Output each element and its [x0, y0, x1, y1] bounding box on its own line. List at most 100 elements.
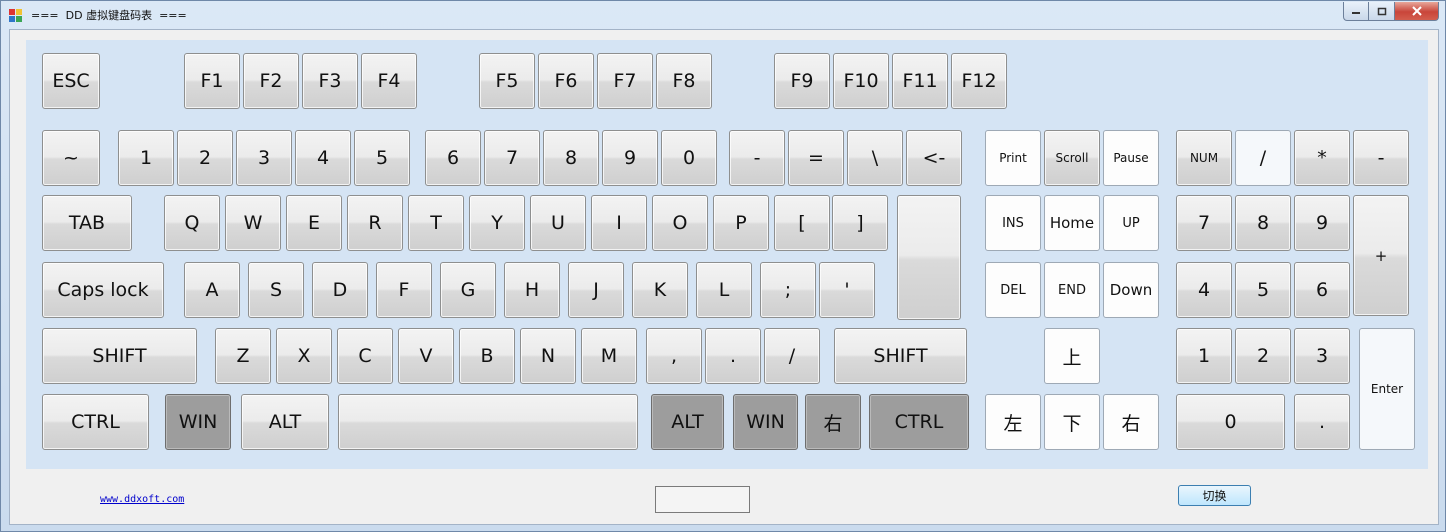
- key-q[interactable]: Q: [164, 195, 220, 251]
- key-n[interactable]: N: [520, 328, 576, 384]
- key-7[interactable]: 7: [484, 130, 540, 186]
- key-s[interactable]: S: [248, 262, 304, 318]
- key-f10[interactable]: F10: [833, 53, 889, 109]
- key-num-enter[interactable]: Enter: [1359, 328, 1415, 450]
- key-num8[interactable]: 8: [1235, 195, 1291, 251]
- key-f1[interactable]: F1: [184, 53, 240, 109]
- key-num4[interactable]: 4: [1176, 262, 1232, 318]
- key-num5[interactable]: 5: [1235, 262, 1291, 318]
- key-semicolon[interactable]: ;: [760, 262, 816, 318]
- key-rshift[interactable]: SHIFT: [834, 328, 967, 384]
- key-num9[interactable]: 9: [1294, 195, 1350, 251]
- key-num-divide[interactable]: /: [1235, 130, 1291, 186]
- key-w[interactable]: W: [225, 195, 281, 251]
- key-f3[interactable]: F3: [302, 53, 358, 109]
- key-arrow-left[interactable]: 左: [985, 394, 1041, 450]
- key-ins[interactable]: INS: [985, 195, 1041, 251]
- key-f5[interactable]: F5: [479, 53, 535, 109]
- key-quote[interactable]: ': [819, 262, 875, 318]
- key-h[interactable]: H: [504, 262, 560, 318]
- key-2[interactable]: 2: [177, 130, 233, 186]
- switch-button[interactable]: 切换: [1178, 485, 1251, 506]
- key-tab[interactable]: TAB: [42, 195, 132, 251]
- key-up[interactable]: UP: [1103, 195, 1159, 251]
- key-c[interactable]: C: [337, 328, 393, 384]
- key-lbracket[interactable]: [: [774, 195, 830, 251]
- key-backslash[interactable]: \: [847, 130, 903, 186]
- key-num-minus[interactable]: -: [1353, 130, 1409, 186]
- key-j[interactable]: J: [568, 262, 624, 318]
- key-down[interactable]: Down: [1103, 262, 1159, 318]
- key-space[interactable]: [338, 394, 638, 450]
- key-slash[interactable]: /: [764, 328, 820, 384]
- key-num0[interactable]: 0: [1176, 394, 1285, 450]
- key-a[interactable]: A: [184, 262, 240, 318]
- key-y[interactable]: Y: [469, 195, 525, 251]
- key-pause[interactable]: Pause: [1103, 130, 1159, 186]
- key-lwin[interactable]: WIN: [165, 394, 231, 450]
- key-num2[interactable]: 2: [1235, 328, 1291, 384]
- key-3[interactable]: 3: [236, 130, 292, 186]
- key-x[interactable]: X: [276, 328, 332, 384]
- key-num-dot[interactable]: .: [1294, 394, 1350, 450]
- key-num-multiply[interactable]: *: [1294, 130, 1350, 186]
- key-tilde[interactable]: ~: [42, 130, 100, 186]
- key-8[interactable]: 8: [543, 130, 599, 186]
- website-link[interactable]: www.ddxoft.com: [100, 494, 184, 505]
- key-o[interactable]: O: [652, 195, 708, 251]
- key-esc[interactable]: ESC: [42, 53, 100, 109]
- key-num3[interactable]: 3: [1294, 328, 1350, 384]
- key-period[interactable]: .: [705, 328, 761, 384]
- key-v[interactable]: V: [398, 328, 454, 384]
- key-print[interactable]: Print: [985, 130, 1041, 186]
- key-code-output[interactable]: [655, 486, 750, 513]
- key-ralt[interactable]: ALT: [651, 394, 724, 450]
- key-end[interactable]: END: [1044, 262, 1100, 318]
- close-button[interactable]: [1395, 2, 1439, 21]
- key-arrow-up[interactable]: 上: [1044, 328, 1100, 384]
- key-lshift[interactable]: SHIFT: [42, 328, 197, 384]
- key-f8[interactable]: F8: [656, 53, 712, 109]
- key-b[interactable]: B: [459, 328, 515, 384]
- minimize-button[interactable]: [1343, 2, 1369, 21]
- maximize-button[interactable]: [1369, 2, 1395, 21]
- key-minus[interactable]: -: [729, 130, 785, 186]
- key-f[interactable]: F: [376, 262, 432, 318]
- key-num[interactable]: NUM: [1176, 130, 1232, 186]
- key-arrow-down[interactable]: 下: [1044, 394, 1100, 450]
- key-f2[interactable]: F2: [243, 53, 299, 109]
- key-equals[interactable]: =: [788, 130, 844, 186]
- key-r[interactable]: R: [347, 195, 403, 251]
- key-t[interactable]: T: [408, 195, 464, 251]
- key-k[interactable]: K: [632, 262, 688, 318]
- key-lalt[interactable]: ALT: [241, 394, 329, 450]
- key-p[interactable]: P: [713, 195, 769, 251]
- key-f6[interactable]: F6: [538, 53, 594, 109]
- key-d[interactable]: D: [312, 262, 368, 318]
- key-z[interactable]: Z: [215, 328, 271, 384]
- key-enter-main[interactable]: [897, 195, 961, 320]
- key-f12[interactable]: F12: [951, 53, 1007, 109]
- key-rctrl[interactable]: CTRL: [869, 394, 969, 450]
- key-arrow-right[interactable]: 右: [1103, 394, 1159, 450]
- key-del[interactable]: DEL: [985, 262, 1041, 318]
- key-caps[interactable]: Caps lock: [42, 262, 164, 318]
- key-f4[interactable]: F4: [361, 53, 417, 109]
- key-6[interactable]: 6: [425, 130, 481, 186]
- key-f9[interactable]: F9: [774, 53, 830, 109]
- key-comma[interactable]: ,: [646, 328, 702, 384]
- key-m[interactable]: M: [581, 328, 637, 384]
- key-rbracket[interactable]: ]: [832, 195, 888, 251]
- key-scroll[interactable]: Scroll: [1044, 130, 1100, 186]
- key-u[interactable]: U: [530, 195, 586, 251]
- key-home[interactable]: Home: [1044, 195, 1100, 251]
- key-menu[interactable]: 右: [805, 394, 861, 450]
- key-e[interactable]: E: [286, 195, 342, 251]
- key-f11[interactable]: F11: [892, 53, 948, 109]
- key-f7[interactable]: F7: [597, 53, 653, 109]
- key-num1[interactable]: 1: [1176, 328, 1232, 384]
- key-l[interactable]: L: [696, 262, 752, 318]
- key-5[interactable]: 5: [354, 130, 410, 186]
- key-backspace[interactable]: <-: [906, 130, 962, 186]
- key-i[interactable]: I: [591, 195, 647, 251]
